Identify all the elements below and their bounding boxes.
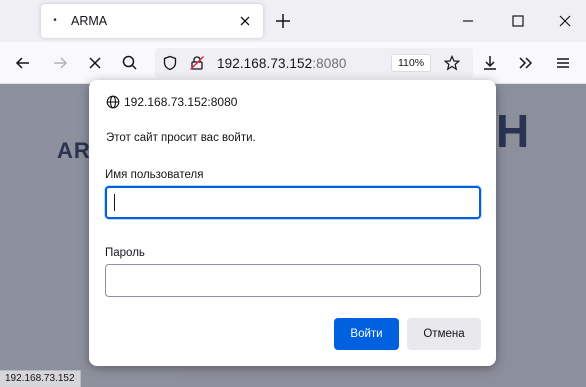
username-label: Имя пользователя [105, 169, 204, 181]
url-port: :8080 [312, 56, 347, 71]
password-field[interactable] [105, 264, 481, 297]
globe-icon [106, 95, 120, 109]
dialog-origin: 192.168.73.152:8080 [106, 95, 237, 109]
bookmark-star-icon[interactable] [444, 55, 460, 71]
close-tab-icon[interactable] [237, 13, 253, 29]
page-brand-fragment-right: H [496, 105, 530, 157]
hamburger-menu-icon[interactable] [554, 54, 572, 72]
maximize-icon[interactable] [509, 12, 527, 30]
minimize-icon[interactable] [459, 12, 477, 30]
username-field[interactable] [105, 186, 481, 219]
shield-icon[interactable] [162, 55, 178, 71]
close-window-icon[interactable] [556, 12, 574, 30]
tab-title: ARMA [71, 14, 108, 28]
sign-in-button[interactable]: Войти [334, 318, 399, 350]
new-tab-icon[interactable] [273, 11, 293, 31]
navigation-toolbar: 192.168.73.152:8080 110% [0, 42, 586, 84]
dot-icon: • [53, 14, 57, 26]
page-brand-fragment-left: AR [57, 138, 91, 163]
back-arrow-icon[interactable] [14, 54, 32, 72]
dialog-prompt: Этот сайт просит вас войти. [106, 132, 256, 144]
tab-arma[interactable]: • ARMA [41, 4, 263, 38]
url-bar[interactable]: 192.168.73.152:8080 110% [155, 48, 473, 78]
zoom-level-button[interactable]: 110% [391, 54, 432, 72]
dialog-origin-text: 192.168.73.152:8080 [124, 95, 238, 109]
search-icon[interactable] [121, 54, 139, 72]
forward-arrow-icon[interactable] [51, 54, 69, 72]
password-label: Пароль [105, 247, 145, 259]
cancel-button[interactable]: Отмена [407, 318, 481, 350]
url-host: 192.168.73.152 [217, 56, 313, 71]
tab-strip: • ARMA [0, 0, 586, 42]
url-text[interactable]: 192.168.73.152:8080 [217, 56, 347, 71]
downloads-icon[interactable] [481, 54, 499, 72]
stop-loading-icon[interactable] [86, 54, 104, 72]
status-bar-url: 192.168.73.152 [0, 370, 81, 387]
insecure-lock-icon[interactable] [189, 55, 205, 71]
overflow-chevrons-icon[interactable] [517, 54, 535, 72]
auth-dialog: 192.168.73.152:8080 Этот сайт просит вас… [89, 80, 496, 366]
text-cursor [114, 194, 115, 211]
